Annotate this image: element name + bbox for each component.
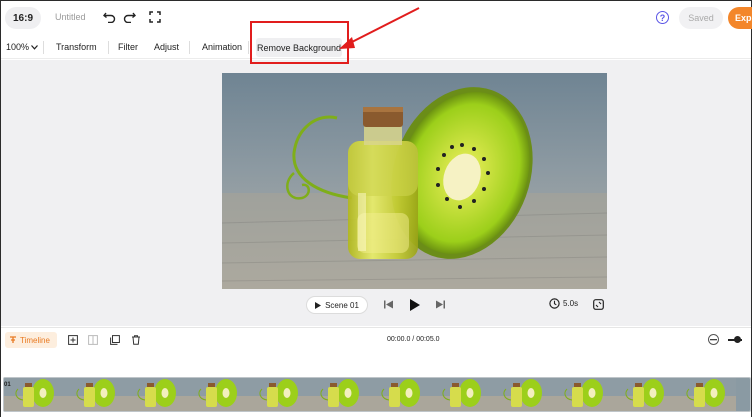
aspect-ratio-button[interactable]: 16:9 xyxy=(5,7,41,29)
time-readout: 00:00.0 / 00:05.0 xyxy=(387,336,440,343)
add-icon[interactable] xyxy=(67,334,78,345)
tool-filter[interactable]: Filter xyxy=(118,42,138,52)
clip-thumbnail xyxy=(492,378,553,411)
play-icon xyxy=(315,301,322,309)
saved-button[interactable]: Saved xyxy=(679,7,723,29)
zoom-out-icon[interactable] xyxy=(708,334,719,345)
timeline-label: Timeline xyxy=(20,335,50,345)
help-icon[interactable]: ? xyxy=(656,11,669,24)
project-title[interactable]: Untitled xyxy=(55,12,86,22)
zoom-level: 100% xyxy=(6,42,30,52)
scene-selector[interactable]: Scene 01 xyxy=(306,296,368,314)
toolbar-divider xyxy=(248,41,249,54)
clip-thumbnail xyxy=(309,378,370,411)
clip-thumbnail xyxy=(431,378,492,411)
toolbar-divider xyxy=(43,41,44,54)
kiwi-bottle-photo[interactable] xyxy=(222,73,607,289)
chevron-down-icon xyxy=(31,44,38,50)
timeline-header: Timeline 00:00.0 / 00:05.0 xyxy=(1,327,751,351)
tool-animation[interactable]: Animation xyxy=(202,42,242,52)
split-icon xyxy=(87,334,98,345)
clock-icon xyxy=(549,298,560,309)
scene-duration[interactable]: 5.0s xyxy=(549,298,578,309)
delete-icon[interactable] xyxy=(130,334,141,345)
clip-thumbnail xyxy=(126,378,187,411)
clip-thumbnail xyxy=(4,378,65,411)
timeline-icon xyxy=(10,336,16,343)
clip-thumbnail xyxy=(248,378,309,411)
fullscreen-icon[interactable] xyxy=(148,10,162,24)
zoom-slider-knob[interactable] xyxy=(734,336,741,343)
video-clip-track[interactable] xyxy=(3,377,751,412)
tool-transform[interactable]: Transform xyxy=(56,42,97,52)
clip-thumbnail xyxy=(675,378,736,411)
skip-forward-icon[interactable] xyxy=(435,299,446,310)
clip-thumbnail xyxy=(65,378,126,411)
redo-icon[interactable] xyxy=(122,10,136,24)
scene-label: Scene 01 xyxy=(325,300,359,310)
timeline-button[interactable]: Timeline xyxy=(5,332,57,348)
duration-value: 5.0s xyxy=(563,299,579,308)
play-icon xyxy=(409,298,420,311)
skip-back-icon[interactable] xyxy=(383,299,394,310)
annotation-arrow xyxy=(339,7,420,49)
fit-screen-icon[interactable] xyxy=(592,298,604,310)
tool-adjust[interactable]: Adjust xyxy=(154,42,179,52)
clip-label: 01 xyxy=(4,382,11,388)
duplicate-icon[interactable] xyxy=(109,334,120,345)
toolbar-divider xyxy=(189,41,190,54)
play-button[interactable] xyxy=(408,298,421,311)
clip-thumbnail xyxy=(614,378,675,411)
clip-thumbnail xyxy=(553,378,614,411)
zoom-dropdown[interactable]: 100% xyxy=(6,42,38,52)
toolbar-divider xyxy=(108,41,109,54)
undo-icon[interactable] xyxy=(102,10,116,24)
clip-thumbnail xyxy=(187,378,248,411)
export-button[interactable]: Exp xyxy=(728,7,752,29)
clip-thumbnail xyxy=(370,378,431,411)
